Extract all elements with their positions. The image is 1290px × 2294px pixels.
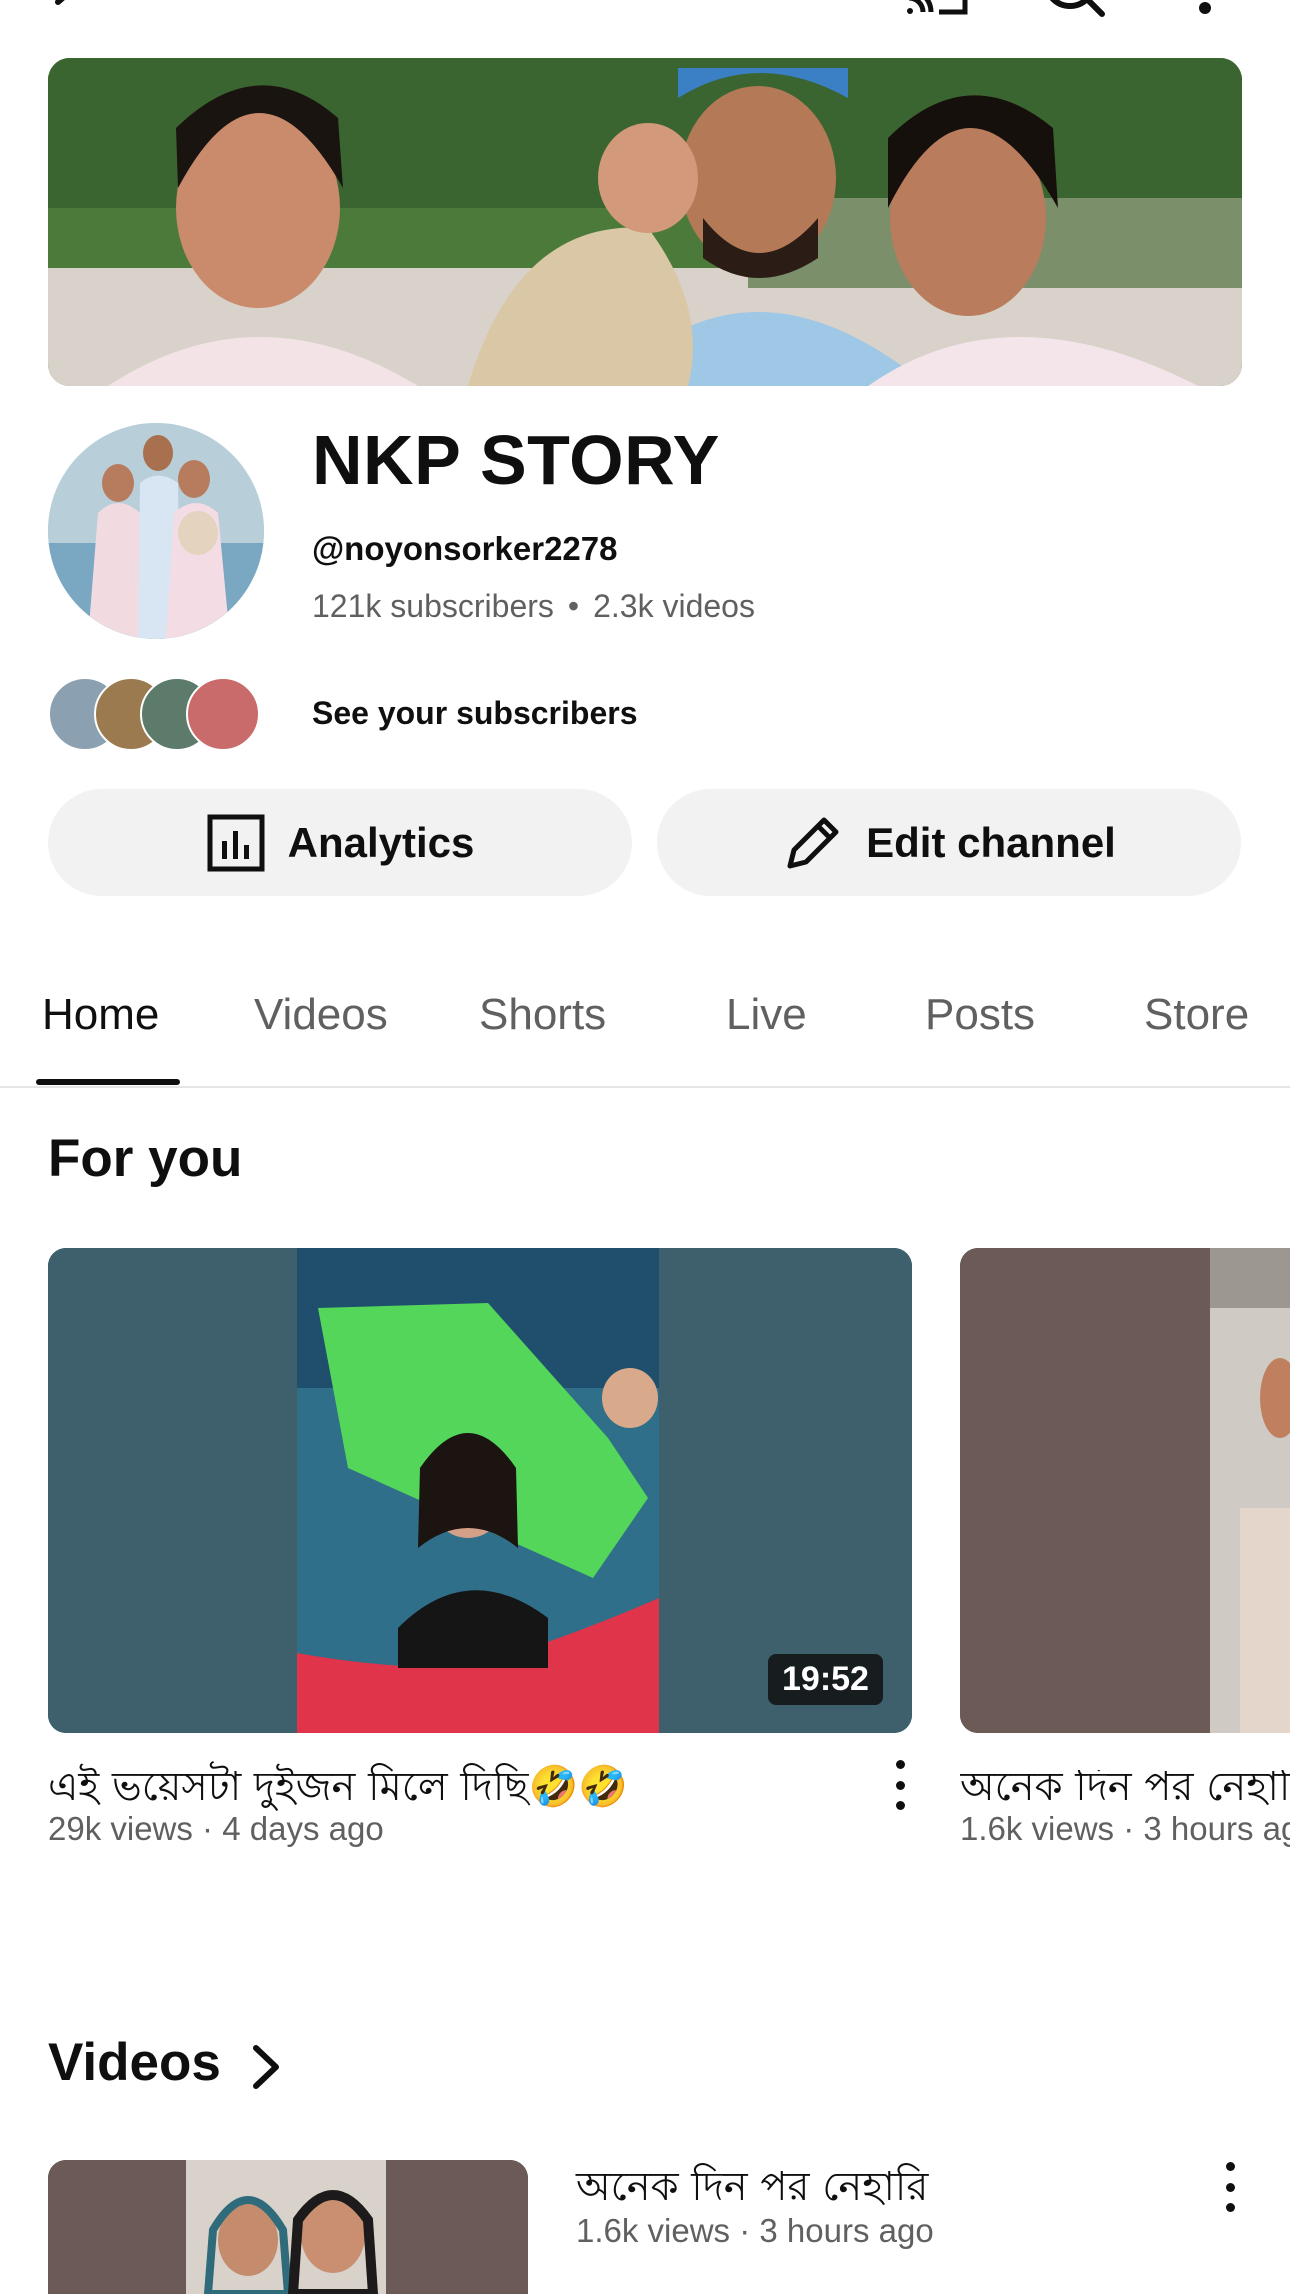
see-subscribers-link[interactable]: See your subscribers bbox=[312, 695, 637, 732]
thumbnail-image bbox=[48, 2160, 528, 2294]
subscriber-avatars[interactable] bbox=[48, 677, 288, 751]
video-info-clipped: অনেক দিন পর নেহারি 1.6k views · 3 hours … bbox=[960, 1770, 1290, 1870]
stats-separator: • bbox=[567, 588, 580, 624]
avatar bbox=[186, 677, 260, 751]
more-vert-icon[interactable] bbox=[1190, 0, 1220, 20]
tab-home[interactable]: Home bbox=[42, 990, 159, 1040]
tab-posts[interactable]: Posts bbox=[925, 990, 1035, 1040]
tabs-divider bbox=[0, 1086, 1290, 1088]
cast-icon[interactable] bbox=[905, 0, 975, 25]
top-bar bbox=[0, 0, 1290, 40]
tab-shorts[interactable]: Shorts bbox=[479, 990, 606, 1040]
analytics-button[interactable]: Analytics bbox=[48, 789, 632, 896]
tab-store[interactable]: Store bbox=[1144, 990, 1249, 1040]
thumbnail-image bbox=[960, 1248, 1290, 1733]
edit-channel-label: Edit channel bbox=[866, 818, 1116, 866]
for-you-title: For you bbox=[48, 1129, 243, 1188]
more-options-icon[interactable] bbox=[885, 1760, 915, 1810]
video-count: 2.3k videos bbox=[593, 588, 755, 624]
more-options-icon[interactable] bbox=[1215, 2162, 1245, 2212]
video-meta: 1.6k views · 3 hours ago bbox=[576, 2212, 934, 2249]
video-meta: 1.6k views · 3 hours ago bbox=[960, 1810, 1290, 1847]
back-arrow-icon[interactable] bbox=[44, 0, 94, 18]
channel-banner[interactable] bbox=[48, 58, 1242, 386]
video-duration: 19:52 bbox=[768, 1654, 883, 1705]
tab-live[interactable]: Live bbox=[726, 990, 807, 1040]
search-icon[interactable] bbox=[1040, 0, 1110, 25]
avatar-image bbox=[48, 423, 264, 639]
edit-channel-button[interactable]: Edit channel bbox=[657, 789, 1241, 896]
video-thumbnail[interactable] bbox=[48, 2160, 528, 2294]
banner-image bbox=[48, 58, 1242, 386]
analytics-label: Analytics bbox=[287, 818, 475, 866]
pencil-icon bbox=[787, 817, 839, 868]
chevron-right-icon[interactable] bbox=[248, 2042, 284, 2092]
active-tab-indicator bbox=[36, 1079, 180, 1085]
channel-avatar[interactable] bbox=[48, 423, 264, 639]
channel-name: NKP STORY bbox=[312, 421, 720, 499]
channel-handle: @noyonsorker2278 bbox=[312, 530, 618, 567]
videos-section-title[interactable]: Videos bbox=[48, 2032, 221, 2093]
subscriber-count: 121k subscribers bbox=[312, 588, 554, 624]
analytics-icon bbox=[207, 814, 265, 871]
video-thumbnail[interactable] bbox=[960, 1248, 1290, 1733]
tab-videos[interactable]: Videos bbox=[254, 990, 388, 1040]
channel-tabs: Home Videos Shorts Live Posts Store bbox=[0, 960, 1290, 1088]
video-meta: 29k views · 4 days ago bbox=[48, 1810, 384, 1847]
channel-stats: 121k subscribers • 2.3k videos bbox=[312, 588, 755, 625]
